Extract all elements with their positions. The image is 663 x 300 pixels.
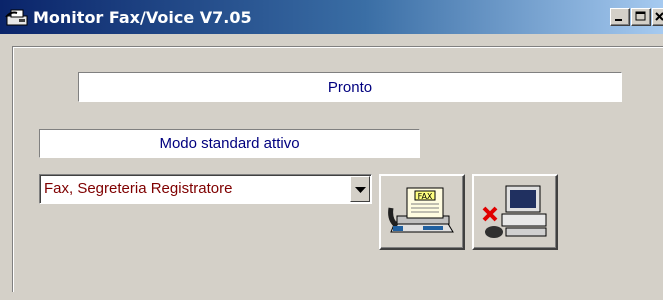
chevron-down-icon (355, 187, 366, 193)
fax-label: FAX (418, 192, 433, 201)
close-icon (655, 12, 663, 21)
pc-button[interactable] (472, 174, 558, 250)
window-bottom-edge (0, 292, 663, 300)
fax-button[interactable]: FAX (379, 174, 465, 250)
mode-select-value: Fax, Segreteria Registratore (44, 180, 233, 197)
mode-display: Modo standard attivo (39, 129, 420, 158)
status-display: Pronto (78, 72, 622, 102)
minimize-button[interactable] (610, 8, 630, 26)
fax-phone-icon[interactable] (5, 7, 31, 27)
close-button[interactable] (652, 8, 663, 26)
window-title: Monitor Fax/Voice V7.05 (33, 8, 252, 27)
minimize-icon (615, 19, 622, 21)
title-bar[interactable]: Monitor Fax/Voice V7.05 (0, 0, 663, 34)
fax-machine-icon: FAX (388, 187, 454, 233)
dropdown-button[interactable] (350, 176, 370, 202)
maximize-button[interactable] (631, 8, 651, 26)
computer-disabled-icon (482, 185, 547, 238)
maximize-icon (635, 11, 646, 21)
mode-select[interactable]: Fax, Segreteria Registratore (39, 174, 372, 204)
